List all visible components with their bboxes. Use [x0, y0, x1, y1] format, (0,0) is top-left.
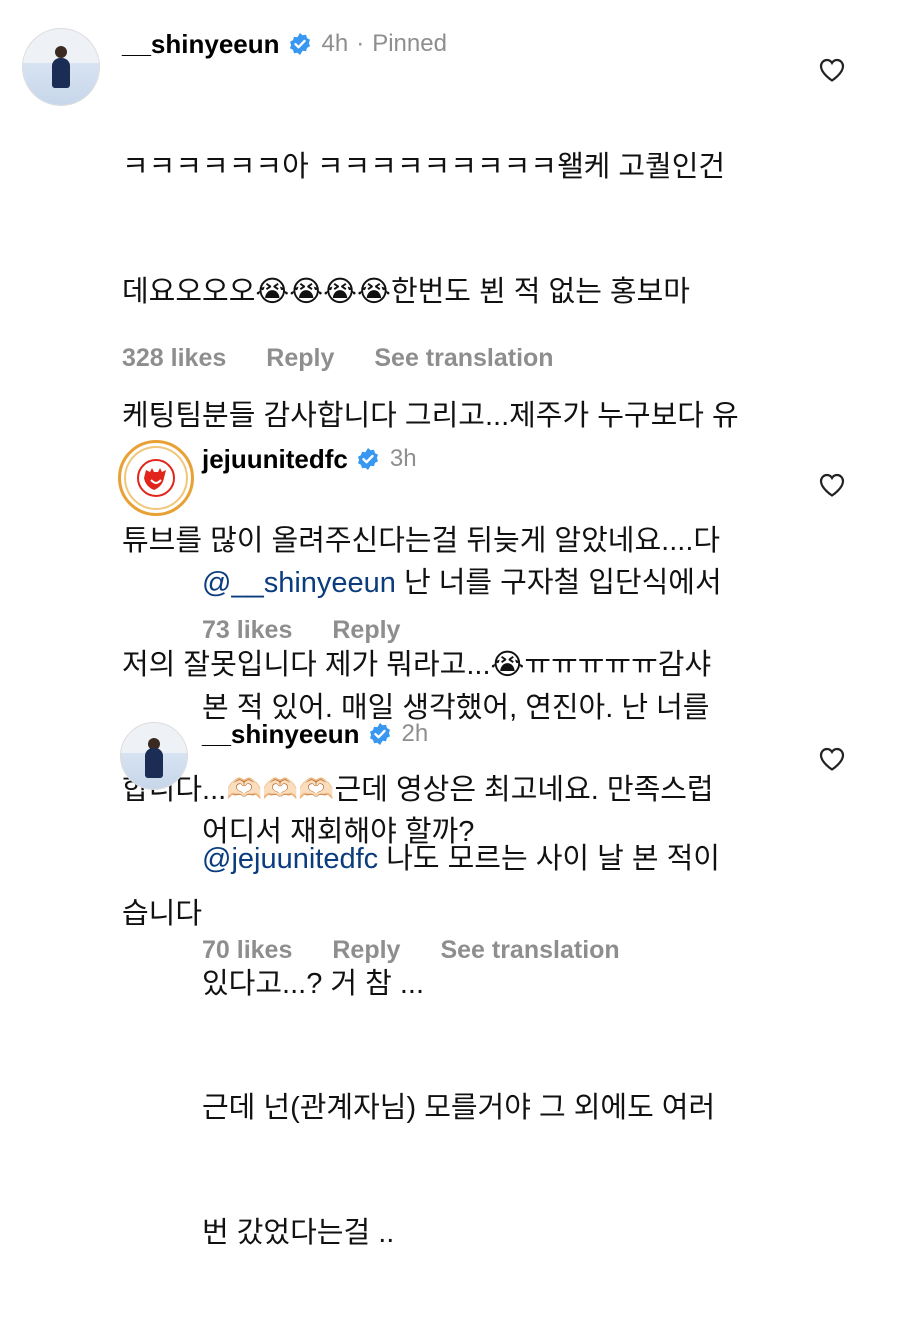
mention-link[interactable]: @jejuunitedfc [202, 843, 378, 875]
comment-text: @jejuunitedfc 나도 모르는 사이 날 본 적이 있다고...? 거… [202, 756, 822, 1337]
username[interactable]: __shinyeeun [202, 719, 360, 750]
likes-count[interactable]: 328 likes [122, 344, 226, 373]
username[interactable]: __shinyeeun [122, 29, 280, 60]
likes-count[interactable]: 70 likes [202, 936, 292, 965]
separator-dot: · [356, 30, 365, 57]
reply-button[interactable]: Reply [332, 936, 400, 965]
likes-count[interactable]: 73 likes [202, 616, 292, 645]
see-translation-button[interactable]: See translation [374, 344, 553, 373]
timestamp: 2h [401, 720, 429, 747]
heart-icon[interactable] [818, 472, 846, 498]
heart-icon[interactable] [818, 746, 846, 772]
pinned-label: Pinned [372, 30, 447, 57]
comment-line: 번 갔었다는걸 .. [202, 1216, 395, 1249]
comment-line: 케팅팀분들 감사합니다 그리고...제주가 누구보다 유 [122, 400, 739, 432]
mention-link[interactable]: @__shinyeeun [202, 567, 396, 599]
comment-line: 나도 모르는 사이 날 본 적이 [378, 843, 720, 875]
comment-line: 근데 넌(관계자님) 모를거야 그 외에도 여러 [202, 1092, 716, 1124]
reply-button[interactable]: Reply [332, 616, 400, 645]
team-logo-icon [137, 459, 175, 497]
reply-button[interactable]: Reply [266, 344, 334, 373]
heart-icon[interactable] [818, 57, 846, 83]
verified-badge-icon [357, 448, 378, 470]
avatar[interactable] [120, 722, 188, 790]
comment-line: ㅋㅋㅋㅋㅋㅋ아 ㅋㅋㅋㅋㅋㅋㅋㅋㅋ왤케 고퀄인건 [122, 151, 726, 183]
timestamp: 4h [321, 30, 349, 57]
verified-badge-icon [369, 723, 390, 745]
comment-line: 데요오오오😭😭😭😭한번도 뵌 적 없는 홍보마 [122, 275, 690, 308]
avatar[interactable] [22, 28, 100, 106]
timestamp: 3h [389, 445, 417, 472]
comment-line: 있다고...? 거 참 ... [202, 967, 425, 1000]
verified-badge-icon [289, 33, 310, 55]
username[interactable]: jejuunitedfc [202, 444, 348, 475]
avatar[interactable] [118, 440, 194, 516]
see-translation-button[interactable]: See translation [440, 936, 619, 965]
comment-line: 난 너를 구자철 입단식에서 [395, 567, 722, 599]
